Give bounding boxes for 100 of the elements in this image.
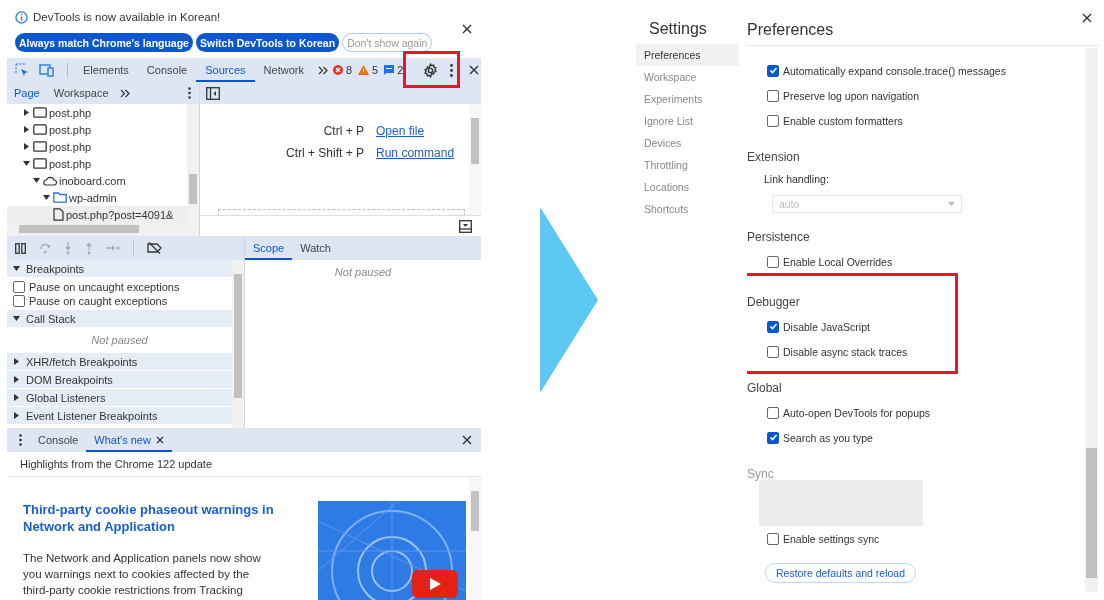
navigator-tab[interactable]: Workspace [46,82,116,104]
panel-tab[interactable]: Elements [74,58,138,82]
panel-tab[interactable]: Network [254,58,313,82]
checkbox[interactable] [13,295,25,307]
panel-tab[interactable]: Sources [196,58,255,82]
checkbox[interactable] [767,255,779,268]
tree-item[interactable]: post.php [7,104,187,121]
sidebar-toggle-icon[interactable] [206,86,220,100]
tree-item[interactable]: post.php [7,155,187,172]
settings-nav-item[interactable]: Devices [636,132,739,154]
console-drawer-icon[interactable] [459,219,472,233]
section-header[interactable]: Event Listener Breakpoints [7,407,232,424]
checkbox[interactable] [13,281,25,293]
scrollbar[interactable] [232,260,244,428]
checkbox[interactable] [767,345,779,358]
issue-counter[interactable]: 8 [332,64,353,76]
shortcut-link[interactable]: Open file [376,124,455,138]
message-icon [384,65,395,75]
checkbox[interactable] [767,64,779,77]
settings-nav-item[interactable]: Throttling [636,154,739,176]
scrollbar[interactable] [1085,48,1098,592]
settings-nav-item[interactable]: Ignore List [636,110,739,132]
settings-title: Settings [648,20,708,39]
article-text: The Network and Application panels now show you warnings next to cookies affected by the third-party cookie restrictions from Tracking [23,551,262,598]
checkbox-label: Preserve log upon navigation [783,89,919,102]
section-title: Debugger [747,294,801,311]
checkbox[interactable] [767,89,779,102]
device-icon[interactable] [39,63,55,77]
more-options-icon[interactable] [19,434,22,446]
notice-button[interactable]: Switch DevTools to Korean [195,33,340,52]
checkbox[interactable] [767,320,779,333]
close-icon[interactable] [155,436,164,444]
shortcut-link[interactable]: Run command [376,146,455,160]
sidebar-tab[interactable]: Watch [292,236,339,260]
tree-item[interactable]: post.php [7,138,187,155]
more-tabs-icon[interactable] [119,88,130,98]
section-header[interactable]: XHR/fetch Breakpoints [7,353,232,370]
close-icon[interactable] [462,435,472,445]
empty-message: Not paused [90,333,149,348]
settings-icon[interactable] [423,62,439,78]
close-icon[interactable] [462,24,472,34]
deactivate-breakpoints-icon[interactable] [147,242,162,254]
expand-arrow-icon [23,160,30,167]
pause-icon[interactable] [15,242,26,254]
checkbox[interactable] [767,114,779,127]
scrollbar[interactable] [187,104,199,222]
file-icon [53,208,64,221]
cloud-icon [43,175,57,186]
drawer-tab[interactable]: Console [30,428,87,452]
error-icon [332,65,343,75]
expand-arrow-icon [23,126,30,133]
restore-button[interactable]: Restore defaults and reload [765,563,916,583]
inspect-icon[interactable] [15,63,29,77]
checkbox-label: Enable settings sync [783,532,880,545]
update-subtitle: Highlights from the Chrome 122 update [7,452,481,477]
scrollbar[interactable] [469,477,481,600]
article-headline[interactable]: Third-party cookie phaseout warnings in Network and Application [23,501,283,535]
settings-nav-item[interactable]: Preferences [636,44,739,66]
expand-arrow-icon [23,109,30,116]
panel-tab[interactable]: Console [137,58,197,82]
play-icon[interactable] [412,570,458,598]
tree-item[interactable]: wp-admin [7,189,187,206]
folder-icon [53,192,67,203]
settings-nav-item[interactable]: Workspace [636,66,739,88]
section-title: Global [747,380,783,397]
field-label: Link handling: [764,172,830,187]
more-tabs-icon[interactable] [317,65,328,75]
section-header[interactable]: Call Stack [7,310,232,327]
more-options-icon[interactable] [450,63,454,77]
tree-item[interactable]: post.php [7,121,187,138]
page-heading: Preferences [747,20,834,39]
frame-icon [33,158,47,169]
notice-button[interactable]: Always match Chrome's language [15,33,193,52]
tree-item[interactable]: post.php?post=4091& [7,206,187,222]
section-title: Sync [747,466,775,483]
close-icon[interactable] [1082,13,1092,23]
scrollbar[interactable] [469,104,481,215]
close-icon[interactable] [469,65,480,75]
settings-nav-item[interactable]: Experiments [636,88,739,110]
frame-icon [33,107,47,118]
checkbox[interactable] [767,431,779,444]
expand-arrow-icon [13,265,20,272]
issue-counter[interactable]: 2 [384,64,404,76]
drawer-tab[interactable]: What's new [86,428,172,452]
navigator-tab[interactable]: Page [7,82,47,104]
section-header[interactable]: DOM Breakpoints [7,371,232,388]
section-header[interactable]: Global Listeners [7,389,232,406]
checkbox-label: Automatically expand console.trace() messages [783,64,1006,77]
sidebar-tab[interactable]: Scope [245,236,293,260]
expand-arrow-icon [13,315,20,322]
checkbox[interactable] [767,406,779,419]
section-header[interactable]: Breakpoints [7,260,232,277]
issue-counter[interactable]: 5 [358,64,379,76]
dropdown-icon [948,202,955,206]
empty-message: Not paused [333,266,393,278]
scrollbar[interactable] [7,222,199,236]
settings-nav-item[interactable]: Locations [636,176,739,198]
tree-item[interactable]: inoboard.com [7,172,187,189]
more-options-icon[interactable] [188,87,191,99]
settings-nav-item[interactable]: Shortcuts [636,198,739,220]
